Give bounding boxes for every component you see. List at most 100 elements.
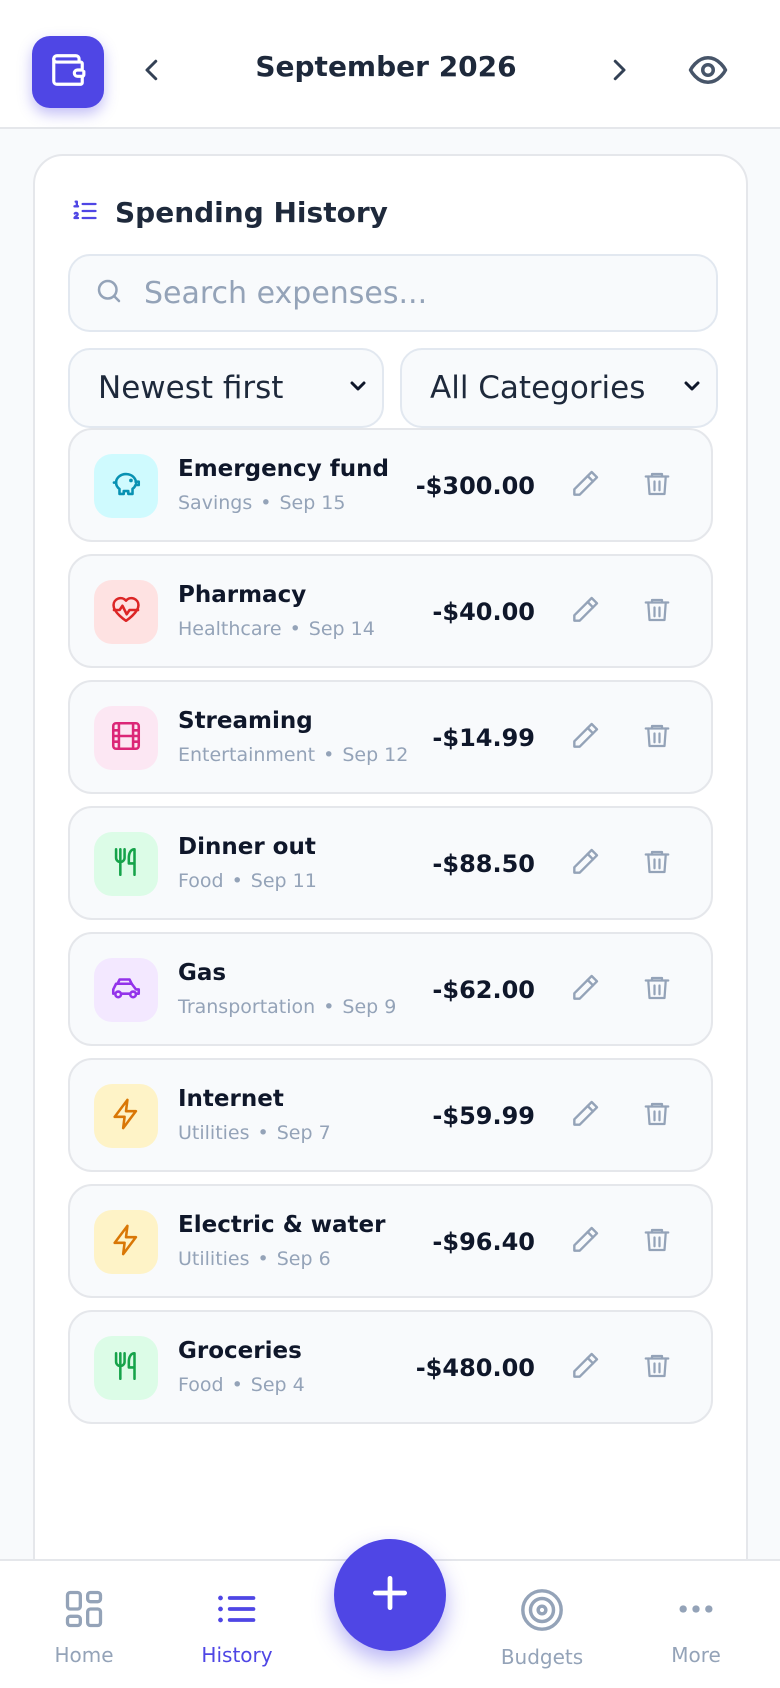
edit-button[interactable]	[564, 717, 606, 759]
category-icon-badge	[94, 958, 158, 1022]
delete-button[interactable]	[636, 1221, 678, 1263]
separator-dot: •	[231, 870, 243, 892]
delete-button[interactable]	[636, 591, 678, 633]
trash-icon	[642, 973, 672, 1007]
expense-date: Sep 11	[250, 870, 317, 892]
edit-button[interactable]	[564, 1347, 606, 1389]
expense-row[interactable]: Pharmacy Healthcare • Sep 14 -$40.00	[68, 554, 713, 668]
expense-name: Electric & water	[178, 1212, 386, 1238]
delete-button[interactable]	[636, 1347, 678, 1389]
trash-icon	[642, 847, 672, 881]
expense-row[interactable]: Gas Transportation • Sep 9 -$62.00	[68, 932, 713, 1046]
delete-button[interactable]	[636, 717, 678, 759]
category-icon-badge	[94, 580, 158, 644]
expense-meta: Savings • Sep 15	[178, 492, 345, 514]
list-ordered-icon	[71, 197, 99, 229]
pencil-icon	[569, 1224, 601, 1260]
expense-category: Food	[178, 870, 224, 892]
category-icon-badge	[94, 1210, 158, 1274]
previous-month-button[interactable]	[128, 48, 176, 96]
chevron-right-icon	[604, 55, 634, 89]
expense-category: Healthcare	[178, 618, 282, 640]
expense-name: Groceries	[178, 1338, 302, 1364]
separator-dot: •	[260, 492, 272, 514]
expense-category: Utilities	[178, 1122, 250, 1144]
piggy-bank-icon	[109, 467, 143, 505]
expense-date: Sep 15	[279, 492, 346, 514]
trash-icon	[642, 595, 672, 629]
expense-category: Transportation	[178, 996, 316, 1018]
expense-meta: Food • Sep 4	[178, 1374, 305, 1396]
category-select[interactable]: All Categories	[400, 348, 718, 428]
expense-row[interactable]: Groceries Food • Sep 4 -$480.00	[68, 1310, 713, 1424]
expense-amount: -$88.50	[432, 850, 535, 878]
nav-history[interactable]: History	[177, 1587, 297, 1667]
expense-row[interactable]: Emergency fund Savings • Sep 15 -$300.00	[68, 428, 713, 542]
card-header: Spending History	[71, 196, 388, 229]
separator-dot: •	[323, 744, 335, 766]
expense-row[interactable]: Streaming Entertainment • Sep 12 -$14.99	[68, 680, 713, 794]
expense-date: Sep 4	[250, 1374, 305, 1396]
heart-pulse-icon	[109, 593, 143, 631]
nav-more-label: More	[671, 1643, 721, 1667]
search-placeholder: Search expenses...	[144, 275, 428, 311]
expense-meta: Utilities • Sep 7	[178, 1122, 331, 1144]
edit-button[interactable]	[564, 969, 606, 1011]
utensils-icon	[109, 845, 143, 883]
next-month-button[interactable]	[595, 48, 643, 96]
delete-button[interactable]	[636, 969, 678, 1011]
sort-select-value: Newest first	[98, 370, 284, 406]
expense-category: Savings	[178, 492, 253, 514]
nav-budgets-label: Budgets	[500, 1645, 584, 1669]
expense-amount: -$40.00	[432, 598, 535, 626]
nav-history-label: History	[201, 1643, 273, 1667]
plus-icon	[368, 1571, 412, 1619]
add-expense-button[interactable]	[334, 1539, 446, 1651]
category-select-value: All Categories	[430, 370, 646, 406]
expense-meta: Food • Sep 11	[178, 870, 317, 892]
expense-amount: -$300.00	[415, 472, 535, 500]
toggle-visibility-button[interactable]	[682, 48, 734, 96]
search-icon	[94, 276, 124, 310]
pencil-icon	[569, 846, 601, 882]
search-input[interactable]: Search expenses...	[68, 254, 718, 332]
delete-button[interactable]	[636, 465, 678, 507]
nav-home[interactable]: Home	[24, 1587, 144, 1667]
grid-icon	[62, 1587, 106, 1635]
expense-name: Dinner out	[178, 834, 316, 860]
chevron-down-icon	[680, 374, 704, 402]
wallet-button[interactable]	[32, 36, 104, 108]
eye-icon	[687, 49, 729, 95]
edit-button[interactable]	[564, 1095, 606, 1137]
month-title: September 2026	[255, 50, 517, 83]
expense-meta: Utilities • Sep 6	[178, 1248, 331, 1270]
category-icon-badge	[94, 1084, 158, 1148]
nav-budgets[interactable]: Budgets	[482, 1587, 602, 1669]
chevron-left-icon	[137, 55, 167, 89]
edit-button[interactable]	[564, 1221, 606, 1263]
edit-button[interactable]	[564, 591, 606, 633]
expense-row[interactable]: Dinner out Food • Sep 11 -$88.50	[68, 806, 713, 920]
edit-button[interactable]	[564, 465, 606, 507]
card-title: Spending History	[115, 196, 388, 229]
expense-row[interactable]: Internet Utilities • Sep 7 -$59.99	[68, 1058, 713, 1172]
delete-button[interactable]	[636, 843, 678, 885]
nav-home-label: Home	[54, 1643, 114, 1667]
expense-row[interactable]: Electric & water Utilities • Sep 6 -$96.40	[68, 1184, 713, 1298]
utensils-icon	[109, 1349, 143, 1387]
expense-name: Pharmacy	[178, 582, 307, 608]
expense-name: Gas	[178, 960, 227, 986]
expense-amount: -$14.99	[432, 724, 535, 752]
nav-more[interactable]: More	[636, 1587, 756, 1667]
expense-amount: -$62.00	[432, 976, 535, 1004]
pencil-icon	[569, 720, 601, 756]
chevron-down-icon	[346, 374, 370, 402]
sort-select[interactable]: Newest first	[68, 348, 384, 428]
expense-category: Entertainment	[178, 744, 316, 766]
expense-name: Emergency fund	[178, 456, 389, 482]
edit-button[interactable]	[564, 843, 606, 885]
film-icon	[109, 719, 143, 757]
delete-button[interactable]	[636, 1095, 678, 1137]
category-icon-badge	[94, 1336, 158, 1400]
wallet-icon	[49, 51, 87, 93]
